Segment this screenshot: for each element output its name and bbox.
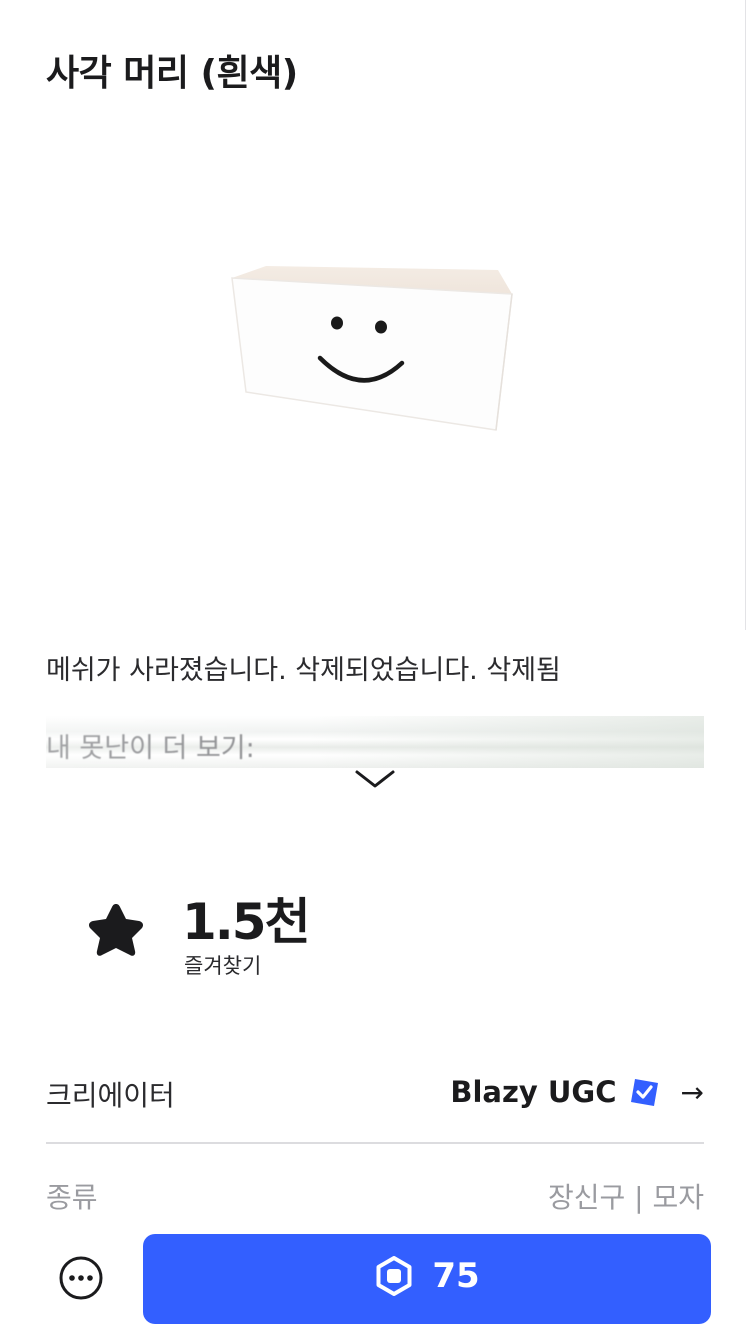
chevron-down-icon[interactable] (352, 766, 398, 794)
scrollbar[interactable] (745, 0, 750, 630)
type-value: 장신구 | 모자 (547, 1181, 704, 1214)
star-icon[interactable] (84, 900, 148, 962)
favorites-count: 1.5천 (182, 893, 311, 951)
favorites-label: 즐겨찾기 (184, 954, 262, 978)
creator-name[interactable]: Blazy UGC (450, 1075, 616, 1109)
robux-icon (376, 1256, 412, 1296)
item-description: 메쉬가 사라졌습니다. 삭제되었습니다. 삭제됨 (46, 655, 561, 686)
type-label: 종류 (46, 1181, 98, 1214)
divider (46, 1142, 704, 1144)
more-options-icon[interactable] (58, 1255, 104, 1301)
creator-label: 크리에이터 (46, 1079, 175, 1112)
arrow-right-icon[interactable]: → (681, 1076, 704, 1109)
verified-badge-icon (630, 1079, 658, 1106)
item-preview-image[interactable] (200, 230, 540, 460)
item-title: 사각 머리 (흰색) (46, 53, 298, 94)
creator-link[interactable]: Blazy UGC → (450, 1072, 704, 1112)
more-preview-text: 내 못난이 더 보기: (46, 733, 255, 764)
description-more-preview: 내 못난이 더 보기: (46, 716, 704, 768)
buy-button[interactable]: 75 (143, 1234, 711, 1324)
price-label: 75 (432, 1256, 480, 1296)
